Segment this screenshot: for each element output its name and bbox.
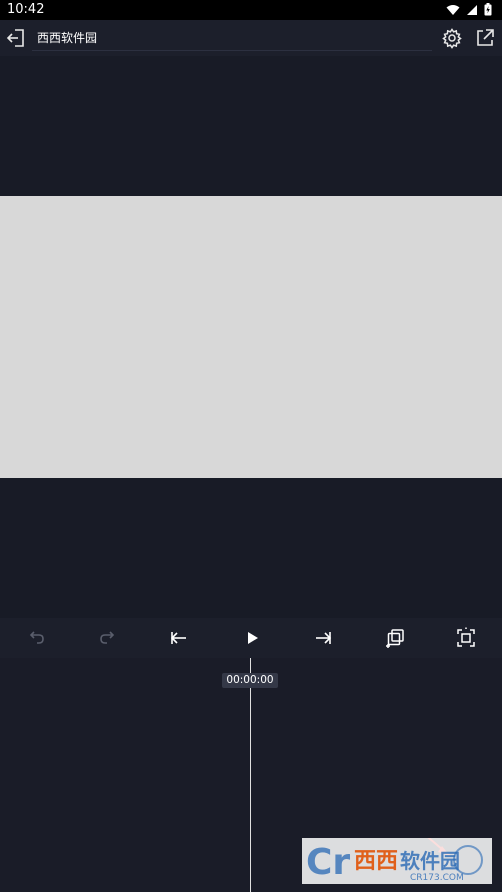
playhead[interactable] [250, 658, 251, 892]
play-button[interactable] [241, 627, 263, 649]
svg-text:Cr: Cr [306, 842, 350, 883]
editor-area [0, 56, 502, 618]
cellular-icon [467, 4, 477, 15]
wifi-icon [446, 4, 460, 15]
project-title-field[interactable]: 西西软件园 [32, 25, 432, 51]
skip-to-start-button[interactable] [168, 627, 190, 649]
top-bar: 西西软件园 [0, 20, 502, 56]
svg-text:CR173.COM: CR173.COM [410, 873, 464, 883]
status-bar: 10:42 [0, 0, 502, 20]
current-time-label: 00:00:00 [222, 673, 278, 688]
export-button[interactable] [474, 27, 496, 49]
redo-button[interactable] [97, 627, 119, 649]
skip-to-start-icon [170, 632, 186, 644]
play-icon [248, 632, 258, 644]
duplicate-layer-icon [386, 629, 404, 648]
settings-button[interactable] [441, 27, 463, 49]
undo-icon [29, 631, 44, 644]
fit-screen-icon [457, 627, 475, 647]
watermark-logo: Cr 西西 软件园 CR173.COM [302, 838, 492, 884]
duplicate-button[interactable] [384, 627, 406, 649]
undo-button[interactable] [25, 627, 47, 649]
share-external-icon [477, 29, 494, 46]
exit-icon [6, 29, 24, 47]
skip-to-end-icon [316, 632, 332, 644]
svg-text:西西: 西西 [354, 849, 398, 874]
gear-icon [442, 28, 462, 49]
fit-screen-button[interactable] [455, 627, 477, 649]
playback-toolbar [0, 618, 502, 658]
exit-button[interactable] [5, 27, 27, 49]
battery-icon [484, 3, 492, 16]
svg-text:软件园: 软件园 [400, 849, 460, 873]
video-canvas[interactable] [0, 196, 502, 478]
status-time: 10:42 [7, 2, 45, 17]
redo-icon [100, 631, 115, 644]
skip-to-end-button[interactable] [312, 627, 334, 649]
status-icons [446, 3, 492, 16]
